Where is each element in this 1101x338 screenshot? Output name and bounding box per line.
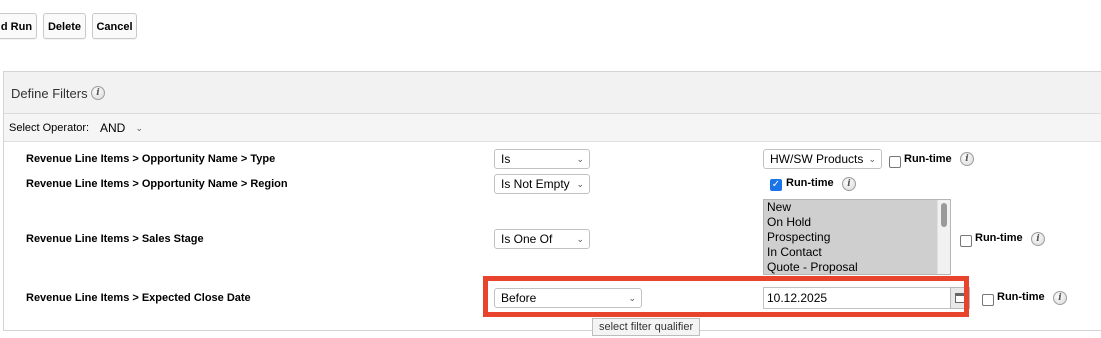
delete-button[interactable]: Delete <box>43 13 86 39</box>
cancel-button[interactable]: Cancel <box>92 13 137 39</box>
chevron-down-icon: ⌄ <box>576 234 584 244</box>
checkmark-icon: ✓ <box>771 179 781 190</box>
info-icon[interactable]: i <box>1031 232 1045 246</box>
sales-stage-multiselect[interactable]: New On Hold Prospecting In Contact Quote… <box>763 199 951 275</box>
action-toolbar: d Run Delete Cancel <box>0 0 1101 70</box>
value-select-text: HW/SW Products <box>770 152 864 166</box>
qualifier-select[interactable]: Is One Of ⌄ <box>494 229 590 249</box>
runtime-label: Run-time <box>975 232 1023 244</box>
listbox-scrollbar[interactable] <box>937 200 950 274</box>
panel-title: Define Filters <box>11 86 88 101</box>
list-option[interactable]: Prospecting <box>764 230 950 245</box>
qualifier-select[interactable]: Before ⌄ <box>494 288 642 308</box>
calendar-icon <box>955 293 965 303</box>
qualifier-value: Is <box>501 152 511 166</box>
date-input[interactable]: 10.12.2025 <box>763 287 951 309</box>
filter-field-label: Revenue Line Items > Sales Stage <box>26 233 204 245</box>
value-select[interactable]: HW/SW Products ⌄ <box>763 149 882 169</box>
info-icon[interactable]: i <box>842 177 856 191</box>
chevron-down-icon: ⌄ <box>576 154 584 164</box>
save-and-run-button[interactable]: d Run <box>0 13 37 39</box>
filter-field-label: Revenue Line Items > Opportunity Name > … <box>26 153 276 165</box>
operator-row: Select Operator: AND ⌄ <box>4 114 1101 142</box>
filter-field-label: Revenue Line Items > Opportunity Name > … <box>26 178 288 190</box>
runtime-label: Run-time <box>997 291 1045 303</box>
list-option[interactable]: Quote - Proposal <box>764 260 950 274</box>
chevron-down-icon: ⌄ <box>628 293 636 303</box>
info-icon[interactable]: i <box>960 152 974 166</box>
calendar-button[interactable] <box>950 287 970 309</box>
qualifier-value: Is Not Empty <box>501 177 570 191</box>
qualifier-value: Before <box>501 291 537 305</box>
runtime-label: Run-time <box>786 177 834 189</box>
runtime-label: Run-time <box>904 153 952 165</box>
qualifier-value: Is One Of <box>501 232 553 246</box>
runtime-checkbox[interactable] <box>889 156 901 168</box>
list-option[interactable]: On Hold <box>764 215 950 230</box>
qualifier-select[interactable]: Is ⌄ <box>494 149 590 169</box>
panel-header: Define Filters i <box>4 72 1101 114</box>
operator-select[interactable]: AND ⌄ <box>96 119 146 137</box>
operator-value: AND <box>100 121 126 135</box>
scrollbar-thumb[interactable] <box>941 203 947 227</box>
info-icon[interactable]: i <box>1053 291 1067 305</box>
chevron-down-icon: ⌄ <box>868 154 876 164</box>
info-icon[interactable]: i <box>91 86 105 100</box>
runtime-checkbox[interactable]: ✓ <box>770 179 782 191</box>
operator-label: Select Operator: <box>9 122 90 134</box>
runtime-checkbox[interactable] <box>960 235 972 247</box>
qualifier-select[interactable]: Is Not Empty ⌄ <box>494 174 590 194</box>
runtime-checkbox[interactable] <box>982 294 994 306</box>
chevron-down-icon: ⌄ <box>135 123 143 133</box>
qualifier-tooltip: select filter qualifier <box>592 318 701 336</box>
chevron-down-icon: ⌄ <box>576 179 584 189</box>
list-option[interactable]: In Contact <box>764 245 950 260</box>
filter-field-label: Revenue Line Items > Expected Close Date <box>26 292 251 304</box>
list-option[interactable]: New <box>764 200 950 215</box>
